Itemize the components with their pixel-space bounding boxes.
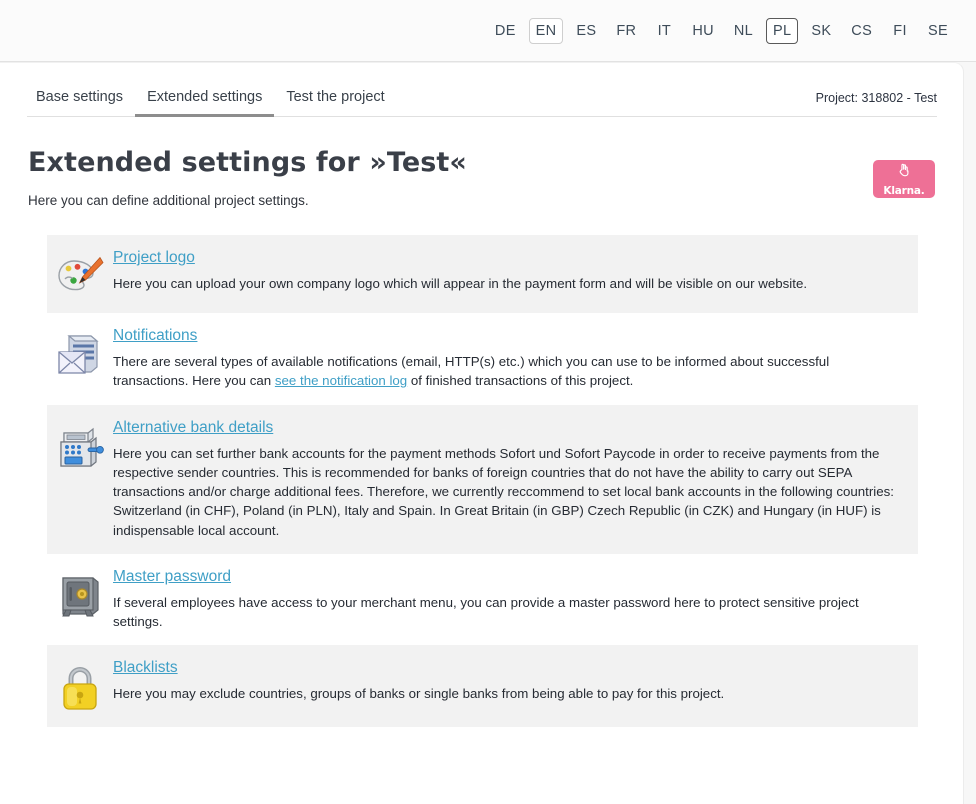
cash-register-icon	[47, 419, 113, 540]
section-blacklists: Blacklists Here you may exclude countries…	[47, 645, 918, 728]
section-body: Project logo Here you can upload your own…	[113, 249, 918, 299]
tab-base-settings[interactable]: Base settings	[27, 89, 135, 117]
server-envelope-icon	[47, 327, 113, 391]
description-text: Here you can upload your own company log…	[113, 276, 808, 291]
language-option-nl[interactable]: NL	[727, 18, 760, 44]
palette-icon	[58, 256, 104, 291]
language-selector: DE EN ES FR IT HU NL PL SK CS FI SE	[485, 0, 958, 62]
section-description: Here you can set further bank accounts f…	[113, 444, 904, 540]
description-text: If several employees have access to your…	[113, 594, 859, 630]
palette-icon	[47, 249, 113, 299]
padlock-icon	[63, 667, 97, 711]
section-body: Alternative bank details Here you can set…	[113, 419, 918, 540]
section-link-master-password[interactable]: Master password	[113, 568, 231, 586]
settings-section-list: Project logo Here you can upload your own…	[47, 235, 918, 728]
page-subtitle: Here you can define additional project s…	[28, 193, 309, 208]
project-label: Project: 318802 - Test	[815, 91, 937, 105]
peace-hand-icon	[896, 162, 913, 184]
section-link-blacklists[interactable]: Blacklists	[113, 659, 178, 677]
section-link-notifications[interactable]: Notifications	[113, 327, 197, 345]
language-option-fi[interactable]: FI	[885, 18, 915, 44]
language-option-cs[interactable]: CS	[844, 18, 879, 44]
tab-list: Base settings Extended settings Test the p…	[27, 89, 397, 117]
language-option-pl[interactable]: PL	[766, 18, 799, 44]
cash-register-icon	[60, 427, 104, 467]
section-body: Notifications There are several types of …	[113, 327, 918, 391]
description-text-after: of finished transactions of this project…	[407, 373, 634, 389]
language-option-en[interactable]: EN	[528, 18, 564, 44]
language-option-hu[interactable]: HU	[685, 18, 721, 44]
page-title: Extended settings for »Test«	[28, 147, 467, 178]
inline-link-notification-log[interactable]: see the notification log	[275, 373, 407, 388]
padlock-icon	[47, 659, 113, 713]
section-description: Here you can upload your own company log…	[113, 274, 904, 293]
section-description: If several employees have access to your…	[113, 593, 904, 632]
section-project-logo: Project logo Here you can upload your own…	[47, 235, 918, 313]
top-language-bar: DE EN ES FR IT HU NL PL SK CS FI SE	[0, 0, 976, 62]
language-option-de[interactable]: DE	[488, 18, 523, 44]
language-option-se[interactable]: SE	[921, 18, 955, 44]
server-envelope-icon	[58, 335, 99, 374]
section-alternative-bank-details: Alternative bank details Here you can set…	[47, 404, 918, 554]
content-card: Base settings Extended settings Test the p…	[0, 62, 964, 804]
tab-test-the-project[interactable]: Test the project	[274, 89, 396, 117]
language-option-fr[interactable]: FR	[609, 18, 643, 44]
klarna-wordmark: Klarna.	[883, 184, 925, 197]
section-body: Master password If several employees have…	[113, 568, 918, 632]
description-text: Here you can set further bank accounts f…	[113, 445, 894, 538]
section-notifications: Notifications There are several types of …	[47, 313, 918, 405]
language-option-sk[interactable]: SK	[804, 18, 838, 44]
safe-icon	[47, 568, 113, 632]
language-option-es[interactable]: ES	[569, 18, 603, 44]
section-link-alternative-bank-details[interactable]: Alternative bank details	[113, 419, 273, 437]
section-description: Here you may exclude countries, groups o…	[113, 684, 904, 703]
klarna-logo: Klarna.	[873, 160, 935, 198]
section-body: Blacklists Here you may exclude countries…	[113, 659, 918, 713]
safe-icon	[62, 577, 99, 617]
section-link-project-logo[interactable]: Project logo	[113, 249, 195, 267]
tab-bar: Base settings Extended settings Test the p…	[0, 89, 963, 129]
tab-extended-settings[interactable]: Extended settings	[135, 89, 275, 117]
description-text: Here you may exclude countries, groups o…	[113, 686, 725, 702]
language-option-it[interactable]: IT	[649, 18, 679, 44]
section-description: There are several types of available not…	[113, 352, 904, 391]
section-master-password: Master password If several employees have…	[47, 554, 918, 646]
